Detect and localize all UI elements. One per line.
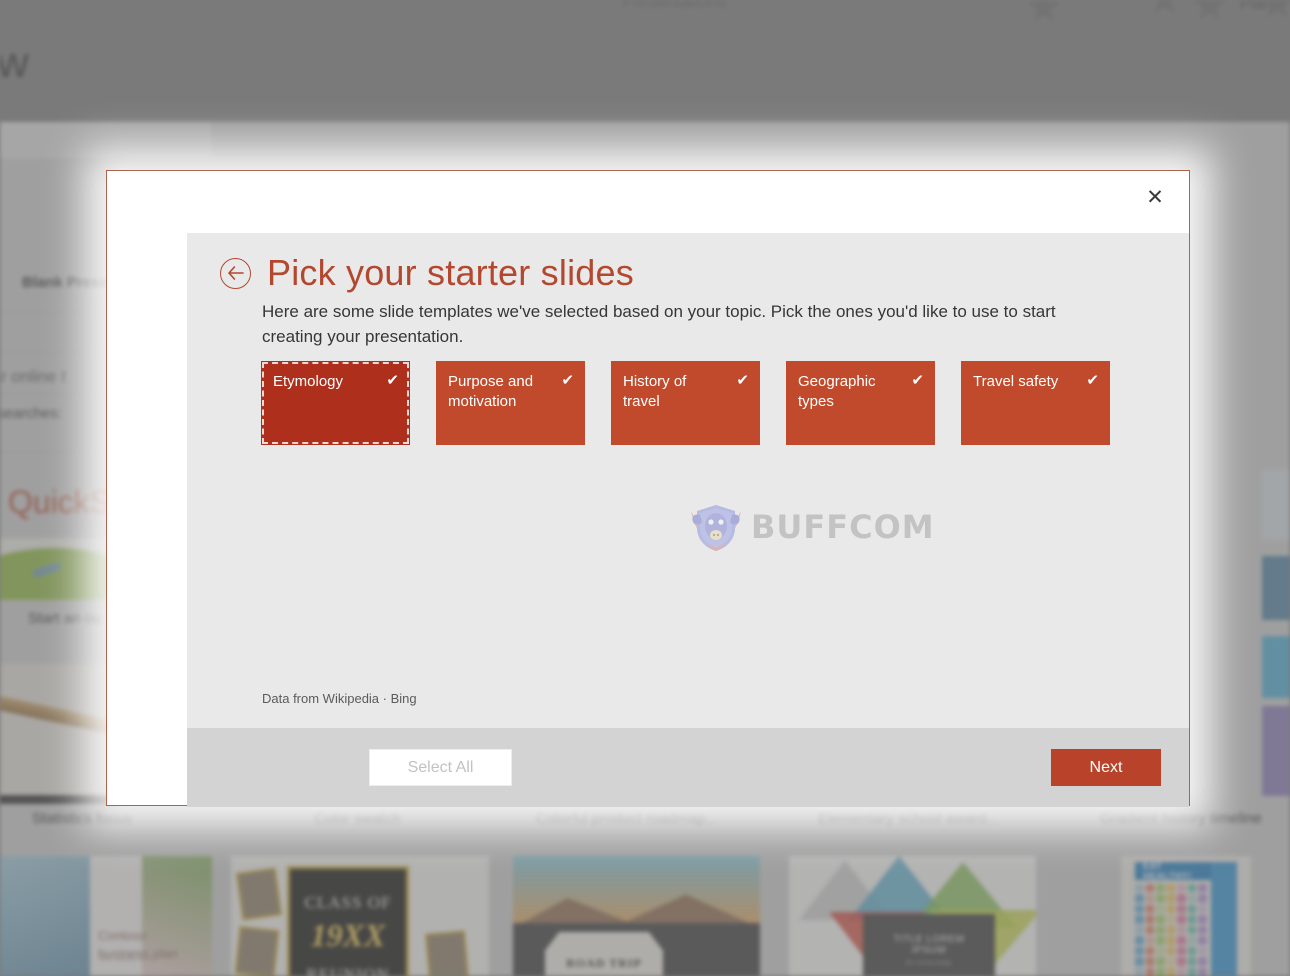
starter-slide-tile-label: History of travel xyxy=(623,373,687,410)
next-button[interactable]: Next xyxy=(1051,749,1161,786)
close-icon[interactable]: ✕ xyxy=(1133,177,1177,217)
select-all-button[interactable]: Select All xyxy=(369,749,512,786)
checkmark-icon: ✔ xyxy=(386,371,399,389)
starter-slide-tile[interactable]: Geographic types ✔ xyxy=(786,361,935,445)
checkmark-icon: ✔ xyxy=(1086,371,1099,389)
page-title: Pick your starter slides xyxy=(267,252,634,293)
starter-slide-tile-label: Travel safety xyxy=(973,373,1059,390)
starter-slide-tiles: Etymology ✔ Purpose and motivation ✔ History… xyxy=(261,361,1110,445)
starter-slide-tile[interactable]: History of travel ✔ xyxy=(611,361,760,445)
starter-slide-tile-label: Purpose and motivation xyxy=(448,373,534,410)
starter-slide-tile-label: Etymology xyxy=(273,373,344,390)
dialog-description: Here are some slide templates we've sele… xyxy=(262,302,1056,347)
starter-slide-tile[interactable]: Etymology ✔ xyxy=(261,361,410,445)
checkmark-icon: ✔ xyxy=(736,371,749,389)
checkmark-icon: ✔ xyxy=(561,371,574,389)
dialog-footer: Select All Next xyxy=(187,728,1189,807)
buffalo-shield-icon xyxy=(687,501,745,553)
checkmark-icon: ✔ xyxy=(911,371,924,389)
watermark-text: BUFFCOM xyxy=(751,508,935,546)
starter-slide-tile[interactable]: Travel safety ✔ xyxy=(961,361,1110,445)
starter-slide-tile-label: Geographic types xyxy=(798,373,876,410)
data-source-note: Data from Wikipedia · Bing xyxy=(262,691,417,706)
starter-slides-dialog: ✕ Pick your starter slides Here are some… xyxy=(106,170,1190,807)
buffcom-watermark: BUFFCOM xyxy=(687,501,935,553)
dialog-header: Pick your starter slides xyxy=(220,255,634,291)
dialog-content-panel: Pick your starter slides Here are some s… xyxy=(187,233,1189,728)
starter-slide-tile[interactable]: Purpose and motivation ✔ xyxy=(436,361,585,445)
back-arrow-icon[interactable] xyxy=(220,257,251,289)
